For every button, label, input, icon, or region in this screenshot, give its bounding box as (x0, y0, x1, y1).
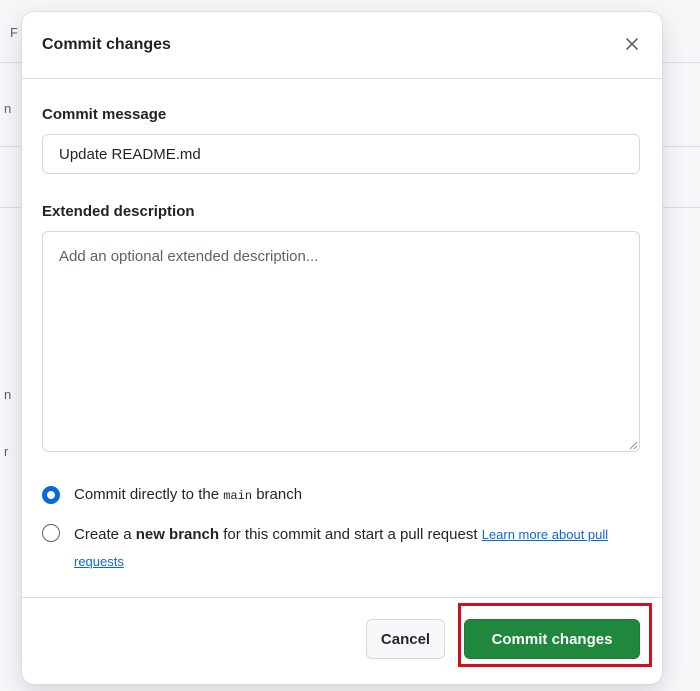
radio-button-selected[interactable] (42, 486, 60, 504)
radio-button-unselected[interactable] (42, 524, 60, 542)
background-text-fragment: n (4, 387, 12, 402)
new-branch-emphasis: new branch (135, 526, 220, 543)
extended-description-textarea[interactable] (42, 231, 640, 452)
background-text-fragment: r (4, 444, 9, 459)
dialog-footer: Cancel Commit changes (22, 597, 662, 684)
commit-dialog: Commit changes Commit message Extended d… (22, 12, 662, 684)
radio-label-commit-directly: Commit directly to the main branch (74, 483, 302, 508)
commit-changes-button[interactable]: Commit changes (464, 619, 640, 659)
radio-option-commit-directly[interactable]: Commit directly to the main branch (42, 483, 302, 508)
radio-label-new-branch: Create a new branch for this commit and … (74, 521, 632, 575)
close-icon (626, 38, 638, 50)
dialog-title: Commit changes (42, 36, 171, 53)
commit-message-label: Commit message (42, 106, 167, 123)
background-text-fragment: n (4, 101, 12, 116)
radio-label-prefix: Commit directly to the (74, 486, 224, 503)
background-text-fragment: F (10, 25, 18, 40)
radio-label-suffix: for this commit and start a pull request (219, 526, 482, 543)
radio-option-new-branch[interactable]: Create a new branch for this commit and … (42, 521, 632, 575)
dialog-header: Commit changes (22, 12, 662, 79)
extended-description-label: Extended description (42, 203, 195, 220)
close-button[interactable] (620, 32, 644, 56)
commit-message-input[interactable] (42, 134, 640, 174)
cancel-button[interactable]: Cancel (366, 619, 445, 659)
radio-label-suffix: branch (252, 486, 303, 503)
radio-label-prefix: Create a (74, 526, 136, 543)
branch-name: main (223, 489, 253, 503)
resize-handle-icon[interactable] (628, 440, 638, 450)
